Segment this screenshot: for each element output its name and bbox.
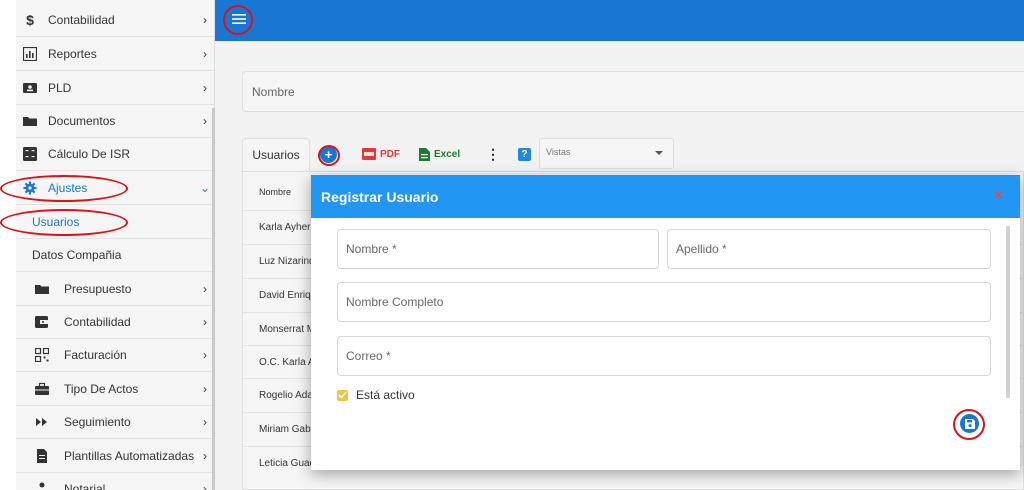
sidebar-item-label: Plantillas Automatizadas bbox=[64, 449, 195, 463]
plus-icon: + bbox=[324, 147, 333, 162]
sidebar-item-seguimiento[interactable]: Seguimiento › bbox=[16, 406, 214, 439]
nombre-completo-field[interactable] bbox=[337, 282, 991, 322]
person-icon bbox=[34, 481, 50, 490]
sidebar-item-facturacion[interactable]: Facturación › bbox=[16, 339, 214, 372]
floppy-disk-icon bbox=[964, 418, 975, 429]
cell-nombre: David Enriqu bbox=[259, 290, 317, 301]
briefcase-icon bbox=[34, 381, 50, 397]
cell-nombre: Karla Ayheri bbox=[259, 222, 313, 233]
cell-nombre: Luz Nizarind bbox=[259, 256, 315, 267]
active-checkbox-row[interactable]: Está activo bbox=[337, 388, 415, 402]
help-icon: ? bbox=[521, 149, 528, 160]
sidebar-item-label: Reportes bbox=[48, 47, 97, 61]
hamburger-icon bbox=[232, 14, 246, 24]
calculator-icon bbox=[22, 146, 38, 162]
pdf-icon bbox=[362, 148, 376, 160]
id-card-icon bbox=[22, 80, 38, 96]
bar-chart-icon bbox=[22, 46, 38, 62]
menu-toggle-button[interactable] bbox=[225, 5, 253, 33]
top-bar bbox=[215, 0, 1024, 41]
sidebar-item-label: Facturación bbox=[64, 348, 127, 362]
sidebar-item-datos-compania[interactable]: Datos Compañia bbox=[16, 239, 214, 272]
sidebar-item-pld[interactable]: PLD › bbox=[16, 72, 214, 105]
chevron-right-icon: › bbox=[203, 13, 207, 27]
vistas-label: Vistas bbox=[546, 147, 571, 157]
sidebar-item-label: Seguimiento bbox=[64, 415, 131, 429]
vistas-select[interactable]: Vistas bbox=[539, 138, 674, 169]
register-user-dialog: Registrar Usuario × Está activo bbox=[311, 175, 1020, 470]
apellido-field[interactable] bbox=[667, 229, 991, 269]
dollar-icon: $ bbox=[26, 12, 34, 28]
export-pdf-button[interactable]: PDF bbox=[362, 148, 400, 160]
left-margin bbox=[0, 0, 16, 490]
cell-nombre: Leticia Guad bbox=[259, 458, 316, 469]
save-button[interactable] bbox=[960, 414, 979, 433]
dialog-title: Registrar Usuario bbox=[321, 188, 439, 205]
sidebar-item-notarial[interactable]: Notarial › bbox=[16, 473, 214, 490]
sidebar-item-label: Datos Compañia bbox=[32, 248, 122, 262]
export-excel-button[interactable]: Excel bbox=[419, 148, 460, 161]
cell-nombre: Monserrat M bbox=[259, 324, 316, 335]
sidebar-item-label: Documentos bbox=[48, 114, 116, 128]
caret-down-icon bbox=[655, 151, 663, 155]
tab-usuarios[interactable]: Usuarios bbox=[242, 138, 310, 171]
check-icon bbox=[338, 391, 347, 399]
active-checkbox[interactable] bbox=[337, 389, 348, 401]
sidebar-item-contabilidad-2[interactable]: Contabilidad › bbox=[16, 306, 214, 339]
qr-code-icon bbox=[34, 347, 50, 363]
sidebar-item-label: Contabilidad bbox=[64, 315, 131, 329]
sidebar-item-reportes[interactable]: Reportes › bbox=[16, 38, 214, 71]
sidebar-item-calculo-isr[interactable]: Cálculo De ISR bbox=[16, 138, 214, 171]
more-options-icon[interactable]: ⋮ bbox=[486, 147, 500, 161]
sidebar-item-label: Tipo De Actos bbox=[64, 382, 139, 396]
sidebar-item-label: Notarial bbox=[64, 482, 106, 490]
sidebar-item-usuarios[interactable]: Usuarios bbox=[16, 206, 214, 239]
column-header-nombre[interactable]: Nombre bbox=[259, 187, 291, 197]
chevron-right-icon: › bbox=[203, 81, 207, 95]
close-icon[interactable]: × bbox=[994, 188, 1003, 204]
excel-label: Excel bbox=[434, 149, 461, 160]
chevron-right-icon: › bbox=[203, 47, 207, 61]
sidebar-item-label: Cálculo De ISR bbox=[48, 147, 131, 161]
sidebar: $ Contabilidad › Reportes › PLD › Docume… bbox=[16, 0, 215, 490]
sidebar-item-presupuesto[interactable]: Presupuesto › bbox=[16, 273, 214, 306]
wallet-icon bbox=[34, 314, 50, 330]
sidebar-item-label: Presupuesto bbox=[64, 282, 132, 296]
excel-icon bbox=[419, 148, 430, 161]
sidebar-scrollbar[interactable] bbox=[212, 108, 215, 490]
help-button[interactable]: ? bbox=[518, 148, 531, 161]
sidebar-item-ajustes[interactable]: Ajustes ⌄ bbox=[16, 172, 214, 205]
nombre-field[interactable] bbox=[337, 229, 659, 269]
cell-nombre: Miriam Gabr bbox=[259, 424, 315, 435]
sidebar-item-label: PLD bbox=[48, 81, 72, 95]
correo-field[interactable] bbox=[337, 336, 991, 376]
tab-label: Usuarios bbox=[252, 148, 300, 162]
dialog-header: Registrar Usuario × bbox=[311, 175, 1020, 218]
pdf-label: PDF bbox=[380, 148, 400, 160]
folder-icon bbox=[22, 113, 38, 129]
name-filter-input[interactable]: Nombre bbox=[242, 71, 1024, 112]
sidebar-item-plantillas[interactable]: Plantillas Automatizadas › bbox=[16, 440, 214, 473]
sidebar-item-label: Usuarios bbox=[32, 215, 80, 229]
cell-nombre: Rogelio Ada bbox=[259, 390, 313, 401]
fast-forward-icon bbox=[34, 414, 50, 430]
sidebar-item-label: Ajustes bbox=[48, 181, 88, 195]
filter-placeholder: Nombre bbox=[252, 84, 295, 99]
document-icon bbox=[34, 448, 50, 464]
gear-icon bbox=[22, 180, 38, 196]
sidebar-item-documentos[interactable]: Documentos › bbox=[16, 105, 214, 138]
dialog-scrollbar[interactable] bbox=[1006, 226, 1010, 398]
sidebar-item-tipo-de-actos[interactable]: Tipo De Actos › bbox=[16, 373, 214, 406]
add-user-button[interactable]: + bbox=[320, 146, 337, 163]
folder-icon bbox=[34, 281, 50, 297]
sidebar-item-label: Contabilidad bbox=[48, 13, 115, 27]
active-label: Está activo bbox=[356, 388, 415, 402]
sidebar-item-contabilidad[interactable]: $ Contabilidad › bbox=[16, 4, 214, 37]
